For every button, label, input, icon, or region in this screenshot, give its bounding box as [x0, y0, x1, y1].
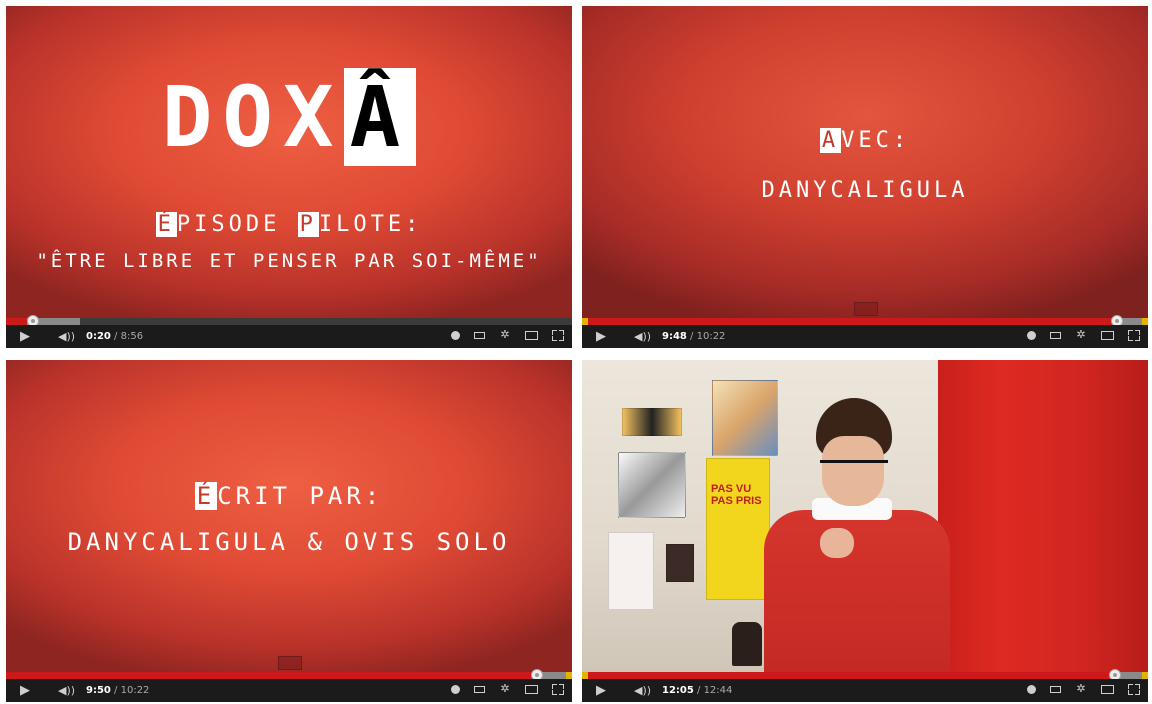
drawing-poster	[608, 532, 654, 610]
chapter-marker	[566, 672, 572, 679]
played-bar	[588, 672, 1112, 679]
right-controls: ✲	[451, 329, 564, 344]
captions-icon[interactable]	[474, 686, 485, 693]
settings-gear-icon[interactable]: ✲	[1075, 683, 1087, 695]
volume-icon[interactable]: ◀))	[634, 683, 651, 698]
title-main: DOX	[161, 68, 344, 166]
highlight-letter: A	[819, 128, 842, 153]
info-icon[interactable]	[451, 685, 460, 694]
time-total: / 10:22	[110, 685, 150, 696]
right-controls: ✲	[1027, 683, 1140, 698]
time-current: 9:50	[86, 685, 111, 696]
watermark-logo	[278, 656, 302, 670]
theater-mode-icon[interactable]	[525, 685, 538, 694]
settings-gear-icon[interactable]: ✲	[499, 683, 511, 695]
right-controls: ✲	[1027, 329, 1140, 344]
progress-bar[interactable]	[582, 669, 1148, 681]
captions-icon[interactable]	[474, 332, 485, 339]
sketch-poster	[618, 452, 686, 518]
info-icon[interactable]	[451, 331, 460, 340]
time-display: 12:05 / 12:44	[662, 683, 732, 698]
played-bar	[6, 318, 27, 325]
video-frame[interactable]: ÉCRIT PAR: DANYCALIGULA & OVIS SOLO	[6, 360, 572, 672]
video-player-1[interactable]: DOXÂ ÉPISODE PILOTE: "ÊTRE LIBRE ET PENS…	[6, 6, 572, 348]
credit-names: DANYCALIGULA & OVIS SOLO	[67, 528, 511, 556]
fullscreen-icon[interactable]	[552, 684, 564, 695]
played-bar	[6, 672, 537, 679]
theater-mode-icon[interactable]	[525, 331, 538, 340]
time-total: / 8:56	[110, 331, 144, 342]
video-frame[interactable]: DOXÂ ÉPISODE PILOTE: "ÊTRE LIBRE ET PENS…	[6, 6, 572, 318]
play-icon[interactable]: ▶	[596, 329, 606, 344]
video-player-4[interactable]: PAS VU PAS PRIS ▶ ◀)) 12:05 / 12:44 ✲	[582, 360, 1148, 702]
played-bar	[588, 318, 1117, 325]
highlight-letter: É	[194, 482, 218, 510]
controls-bar: ▶ ◀)) 0:20 / 8:56 ✲	[6, 325, 572, 348]
captions-icon[interactable]	[1050, 686, 1061, 693]
credit-name: DANYCALIGULA	[761, 178, 969, 203]
title-inverted-letter: Â	[343, 68, 417, 166]
time-total: / 12:44	[693, 685, 733, 696]
time-total: / 10:22	[686, 331, 726, 342]
settings-gear-icon[interactable]: ✲	[1075, 329, 1087, 341]
controls-bar: ▶ ◀)) 9:50 / 10:22 ✲	[6, 679, 572, 702]
controls-bar: ▶ ◀)) 12:05 / 12:44 ✲	[582, 679, 1148, 702]
hand	[820, 528, 854, 558]
time-current: 0:20	[86, 331, 111, 342]
plush-toy	[732, 622, 762, 666]
highlight-letter: P	[297, 212, 319, 237]
volume-icon[interactable]: ◀))	[58, 683, 75, 698]
settings-gear-icon[interactable]: ✲	[499, 329, 511, 341]
doxa-title: DOXÂ	[6, 68, 572, 166]
volume-icon[interactable]: ◀))	[634, 329, 651, 344]
chapter-marker	[1142, 672, 1148, 679]
glasses	[820, 460, 888, 477]
watermark-logo	[854, 302, 878, 316]
info-icon[interactable]	[1027, 685, 1036, 694]
credit-heading-text: VEC:	[841, 128, 911, 153]
captions-icon[interactable]	[1050, 332, 1061, 339]
volume-icon[interactable]: ◀))	[58, 329, 75, 344]
fullscreen-icon[interactable]	[1128, 684, 1140, 695]
photo-poster	[666, 544, 694, 582]
play-icon[interactable]: ▶	[20, 329, 30, 344]
progress-bar[interactable]	[6, 669, 572, 681]
credit-heading: AVEC:	[582, 128, 1148, 153]
video-frame[interactable]: AVEC: DANYCALIGULA	[582, 6, 1148, 318]
video-player-3[interactable]: ÉCRIT PAR: DANYCALIGULA & OVIS SOLO ▶ ◀)…	[6, 360, 572, 702]
episode-text: ILOTE:	[318, 212, 423, 237]
progress-bar[interactable]	[582, 315, 1148, 327]
progress-bar[interactable]	[6, 315, 572, 327]
comic-strip-poster	[622, 408, 682, 436]
fullscreen-icon[interactable]	[552, 330, 564, 341]
info-icon[interactable]	[1027, 331, 1036, 340]
red-sweater	[764, 510, 950, 672]
episode-subtitle: "ÊTRE LIBRE ET PENSER PAR SOI-MÊME"	[36, 250, 542, 272]
play-icon[interactable]: ▶	[20, 683, 30, 698]
play-icon[interactable]: ▶	[596, 683, 606, 698]
video-player-2[interactable]: AVEC: DANYCALIGULA ▶ ◀)) 9:48 / 10:22 ✲	[582, 6, 1148, 348]
chapter-marker	[1142, 318, 1148, 325]
episode-text: PISODE	[176, 212, 298, 237]
time-display: 9:48 / 10:22	[662, 329, 725, 344]
presenter	[754, 398, 974, 672]
credit-heading: ÉCRIT PAR:	[6, 482, 572, 510]
theater-mode-icon[interactable]	[1101, 685, 1114, 694]
controls-bar: ▶ ◀)) 9:48 / 10:22 ✲	[582, 325, 1148, 348]
credit-heading-text: CRIT PAR:	[217, 482, 384, 510]
highlight-letter: É	[155, 212, 177, 237]
time-current: 9:48	[662, 331, 687, 342]
time-display: 0:20 / 8:56	[86, 329, 143, 344]
episode-line: ÉPISODE PILOTE:	[6, 212, 572, 237]
fullscreen-icon[interactable]	[1128, 330, 1140, 341]
video-frame[interactable]: PAS VU PAS PRIS	[582, 360, 1148, 672]
time-display: 9:50 / 10:22	[86, 683, 149, 698]
right-controls: ✲	[451, 683, 564, 698]
theater-mode-icon[interactable]	[1101, 331, 1114, 340]
time-current: 12:05	[662, 685, 694, 696]
